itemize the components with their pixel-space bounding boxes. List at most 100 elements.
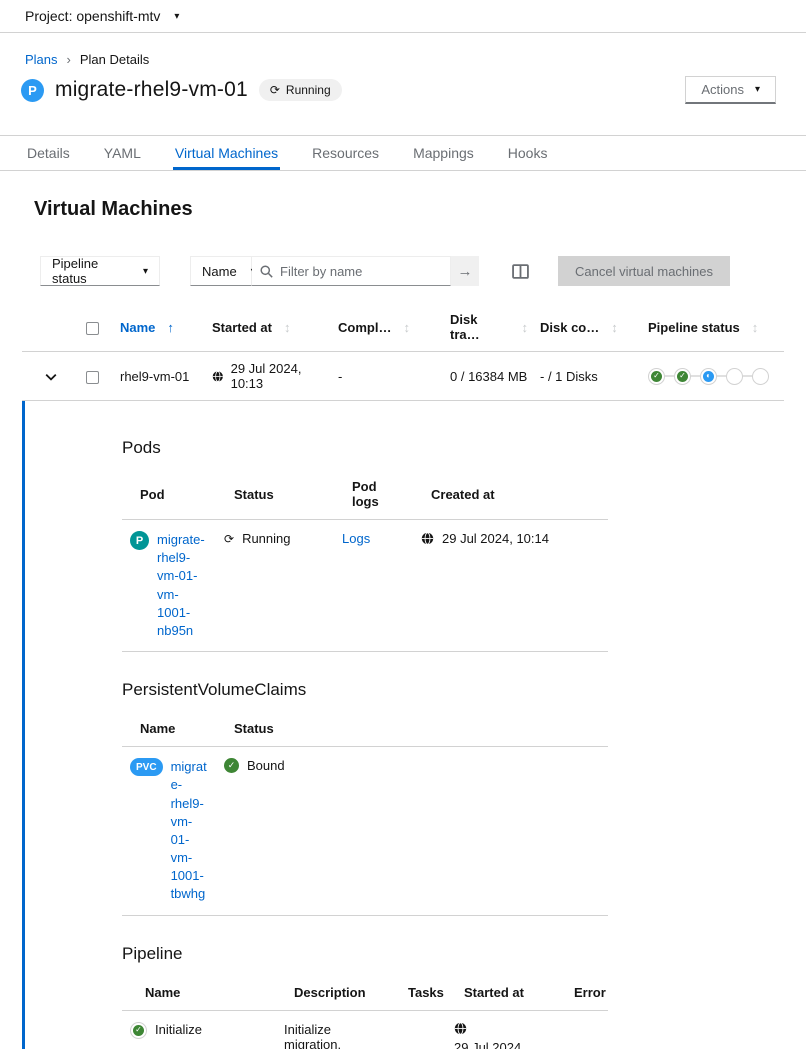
pvc-row: PVC migrate-rhel9-vm-01-vm-1001-tbwhg ✓ …: [122, 747, 608, 916]
pods-header-pod: Pod: [122, 471, 216, 520]
plan-badge: P: [21, 79, 44, 102]
columns-icon: [512, 263, 529, 280]
column-header-disk-counter[interactable]: Disk co… ↕: [540, 320, 636, 335]
actions-button-label: Actions: [701, 82, 744, 97]
pvc-table: Name Status PVC migrate-rhel9-vm-01-vm-1…: [122, 713, 608, 916]
chevron-down-icon: [45, 373, 57, 381]
pods-header-created: Created at: [413, 471, 608, 520]
project-selector[interactable]: Project: openshift-mtv ▾: [0, 0, 806, 33]
vm-table-header-row: Name ↑ Started at ↕ Compl… ↕ Disk tra…: [22, 303, 784, 352]
breadcrumb: Plans › Plan Details: [25, 52, 806, 67]
pipeline-heading: Pipeline: [122, 944, 806, 964]
check-circle-icon: ✓: [224, 758, 239, 773]
chevron-down-icon: ▾: [755, 84, 760, 95]
pods-header-status: Status: [216, 471, 334, 520]
sort-icon: ↕: [752, 320, 759, 335]
tab-resources[interactable]: Resources: [310, 136, 381, 170]
chevron-down-icon: ▾: [174, 11, 179, 22]
expanded-row-detail: Pods Pod Status Pod logs Created at P mi…: [22, 401, 806, 1049]
pipeline-status-filter-select[interactable]: Pipeline status ▾: [40, 256, 160, 286]
tab-bar: Details YAML Virtual Machines Resources …: [0, 135, 806, 171]
tab-hooks[interactable]: Hooks: [506, 136, 550, 170]
vm-completed-at: -: [332, 352, 444, 401]
pipeline-header-started: Started at: [446, 977, 556, 1011]
pod-row: P migrate-rhel9-vm-01-vm-1001-nb95n ⟳ Ru…: [122, 520, 608, 652]
tab-virtual-machines[interactable]: Virtual Machines: [173, 136, 280, 170]
tab-yaml[interactable]: YAML: [102, 136, 143, 170]
breadcrumb-separator-icon: ›: [67, 52, 71, 67]
tab-mappings[interactable]: Mappings: [411, 136, 476, 170]
pods-table: Pod Status Pod logs Created at P migrate…: [122, 471, 608, 652]
pipeline-status-filter-label: Pipeline status: [52, 256, 129, 286]
vm-name: rhel9-vm-01: [114, 352, 206, 401]
pod-link[interactable]: migrate-rhel9-vm-01-vm-1001-nb95n: [157, 531, 208, 640]
vm-disk-transfer: 0 / 16384 MB: [444, 352, 534, 401]
cancel-virtual-machines-button[interactable]: Cancel virtual machines: [558, 256, 730, 286]
pipeline-step-completed-icon: ✓: [674, 368, 691, 385]
pod-status: Running: [242, 531, 290, 546]
project-selector-label: Project: openshift-mtv: [25, 8, 160, 24]
globe-icon: [212, 370, 224, 383]
tab-details[interactable]: Details: [25, 136, 72, 170]
breadcrumb-plans-link[interactable]: Plans: [25, 52, 58, 67]
column-header-name[interactable]: Name ↑: [120, 320, 200, 335]
pvc-header-name: Name: [122, 713, 216, 747]
pvc-link[interactable]: migrate-rhel9-vm-01-vm-1001-tbwhg: [171, 758, 208, 904]
vm-started-at: 29 Jul 2024, 10:13: [231, 361, 326, 391]
pipeline-step-completed-icon: ✓: [648, 368, 665, 385]
pipeline-step-pending-icon: [726, 368, 743, 385]
row-checkbox[interactable]: [86, 371, 99, 384]
filter-toolbar: Pipeline status ▾ Name ▾ → Cancel virtua…: [40, 256, 806, 286]
pipeline-section: Pipeline Name Description Tasks Started …: [122, 944, 806, 1049]
pipeline-step-name: Initialize: [155, 1022, 202, 1037]
page-header: P migrate-rhel9-vm-01 ⟳ Running Actions …: [21, 76, 776, 104]
search-icon: [260, 265, 273, 278]
breadcrumb-current: Plan Details: [80, 52, 149, 67]
pvc-header-status: Status: [216, 713, 608, 747]
vm-disk-counter: - / 1 Disks: [534, 352, 642, 401]
pod-created-at: 29 Jul 2024, 10:14: [442, 531, 549, 546]
pod-badge: P: [130, 531, 149, 550]
pods-header-logs: Pod logs: [334, 471, 413, 520]
pipeline-step-running-icon: ◐: [700, 368, 717, 385]
chevron-down-icon: ▾: [143, 266, 148, 277]
search-input[interactable]: [280, 264, 442, 279]
pipeline-status-stepper: ✓ ✓ ◐: [648, 368, 778, 385]
sort-icon: ↕: [522, 320, 529, 335]
name-filter-label: Name: [202, 264, 237, 279]
column-header-completed-at[interactable]: Compl… ↕: [338, 320, 438, 335]
pipeline-header-error: Error: [556, 977, 608, 1011]
column-header-started-at[interactable]: Started at ↕: [212, 320, 326, 335]
pipeline-table: Name Description Tasks Started at Error …: [122, 977, 608, 1049]
sort-icon: ↕: [403, 320, 410, 335]
name-filter-select[interactable]: Name ▾: [190, 256, 252, 286]
actions-button[interactable]: Actions ▾: [685, 76, 776, 104]
pipeline-step-pending-icon: [752, 368, 769, 385]
column-header-pipeline-status[interactable]: Pipeline status ↕: [648, 320, 778, 335]
vm-table-row: rhel9-vm-01 29 Jul 2024, 10:13 - 0 / 163…: [22, 352, 784, 401]
pipeline-row-initialize: ✓ Initialize Initialize migration.: [122, 1010, 608, 1049]
pod-logs-link[interactable]: Logs: [342, 531, 370, 546]
sync-icon: ⟳: [270, 84, 280, 96]
pipeline-header-tasks: Tasks: [390, 977, 446, 1011]
globe-icon: [454, 1022, 467, 1035]
manage-columns-button[interactable]: [512, 263, 529, 280]
column-header-disk-transfer[interactable]: Disk tra… ↕: [450, 312, 528, 342]
row-expand-toggle[interactable]: [22, 352, 80, 401]
sort-ascending-icon: ↑: [167, 320, 174, 335]
pvc-heading: PersistentVolumeClaims: [122, 680, 806, 700]
pipeline-header-name: Name: [122, 977, 276, 1011]
select-all-checkbox[interactable]: [86, 322, 99, 335]
sync-icon: ⟳: [224, 533, 234, 545]
page-title: migrate-rhel9-vm-01: [55, 78, 248, 102]
pvc-status: Bound: [247, 758, 285, 773]
pipeline-step-date: 29 Jul 2024,: [454, 1039, 548, 1049]
pvc-section: PersistentVolumeClaims Name Status PVC m…: [122, 680, 806, 916]
status-badge-label: Running: [286, 83, 331, 97]
pipeline-step-description: Initialize migration.: [276, 1010, 390, 1049]
pods-heading: Pods: [122, 438, 806, 458]
status-badge: ⟳ Running: [259, 79, 342, 101]
vm-table: Name ↑ Started at ↕ Compl… ↕ Disk tra…: [22, 303, 784, 401]
apply-filter-button[interactable]: →: [451, 256, 479, 286]
pvc-badge: PVC: [130, 758, 163, 776]
